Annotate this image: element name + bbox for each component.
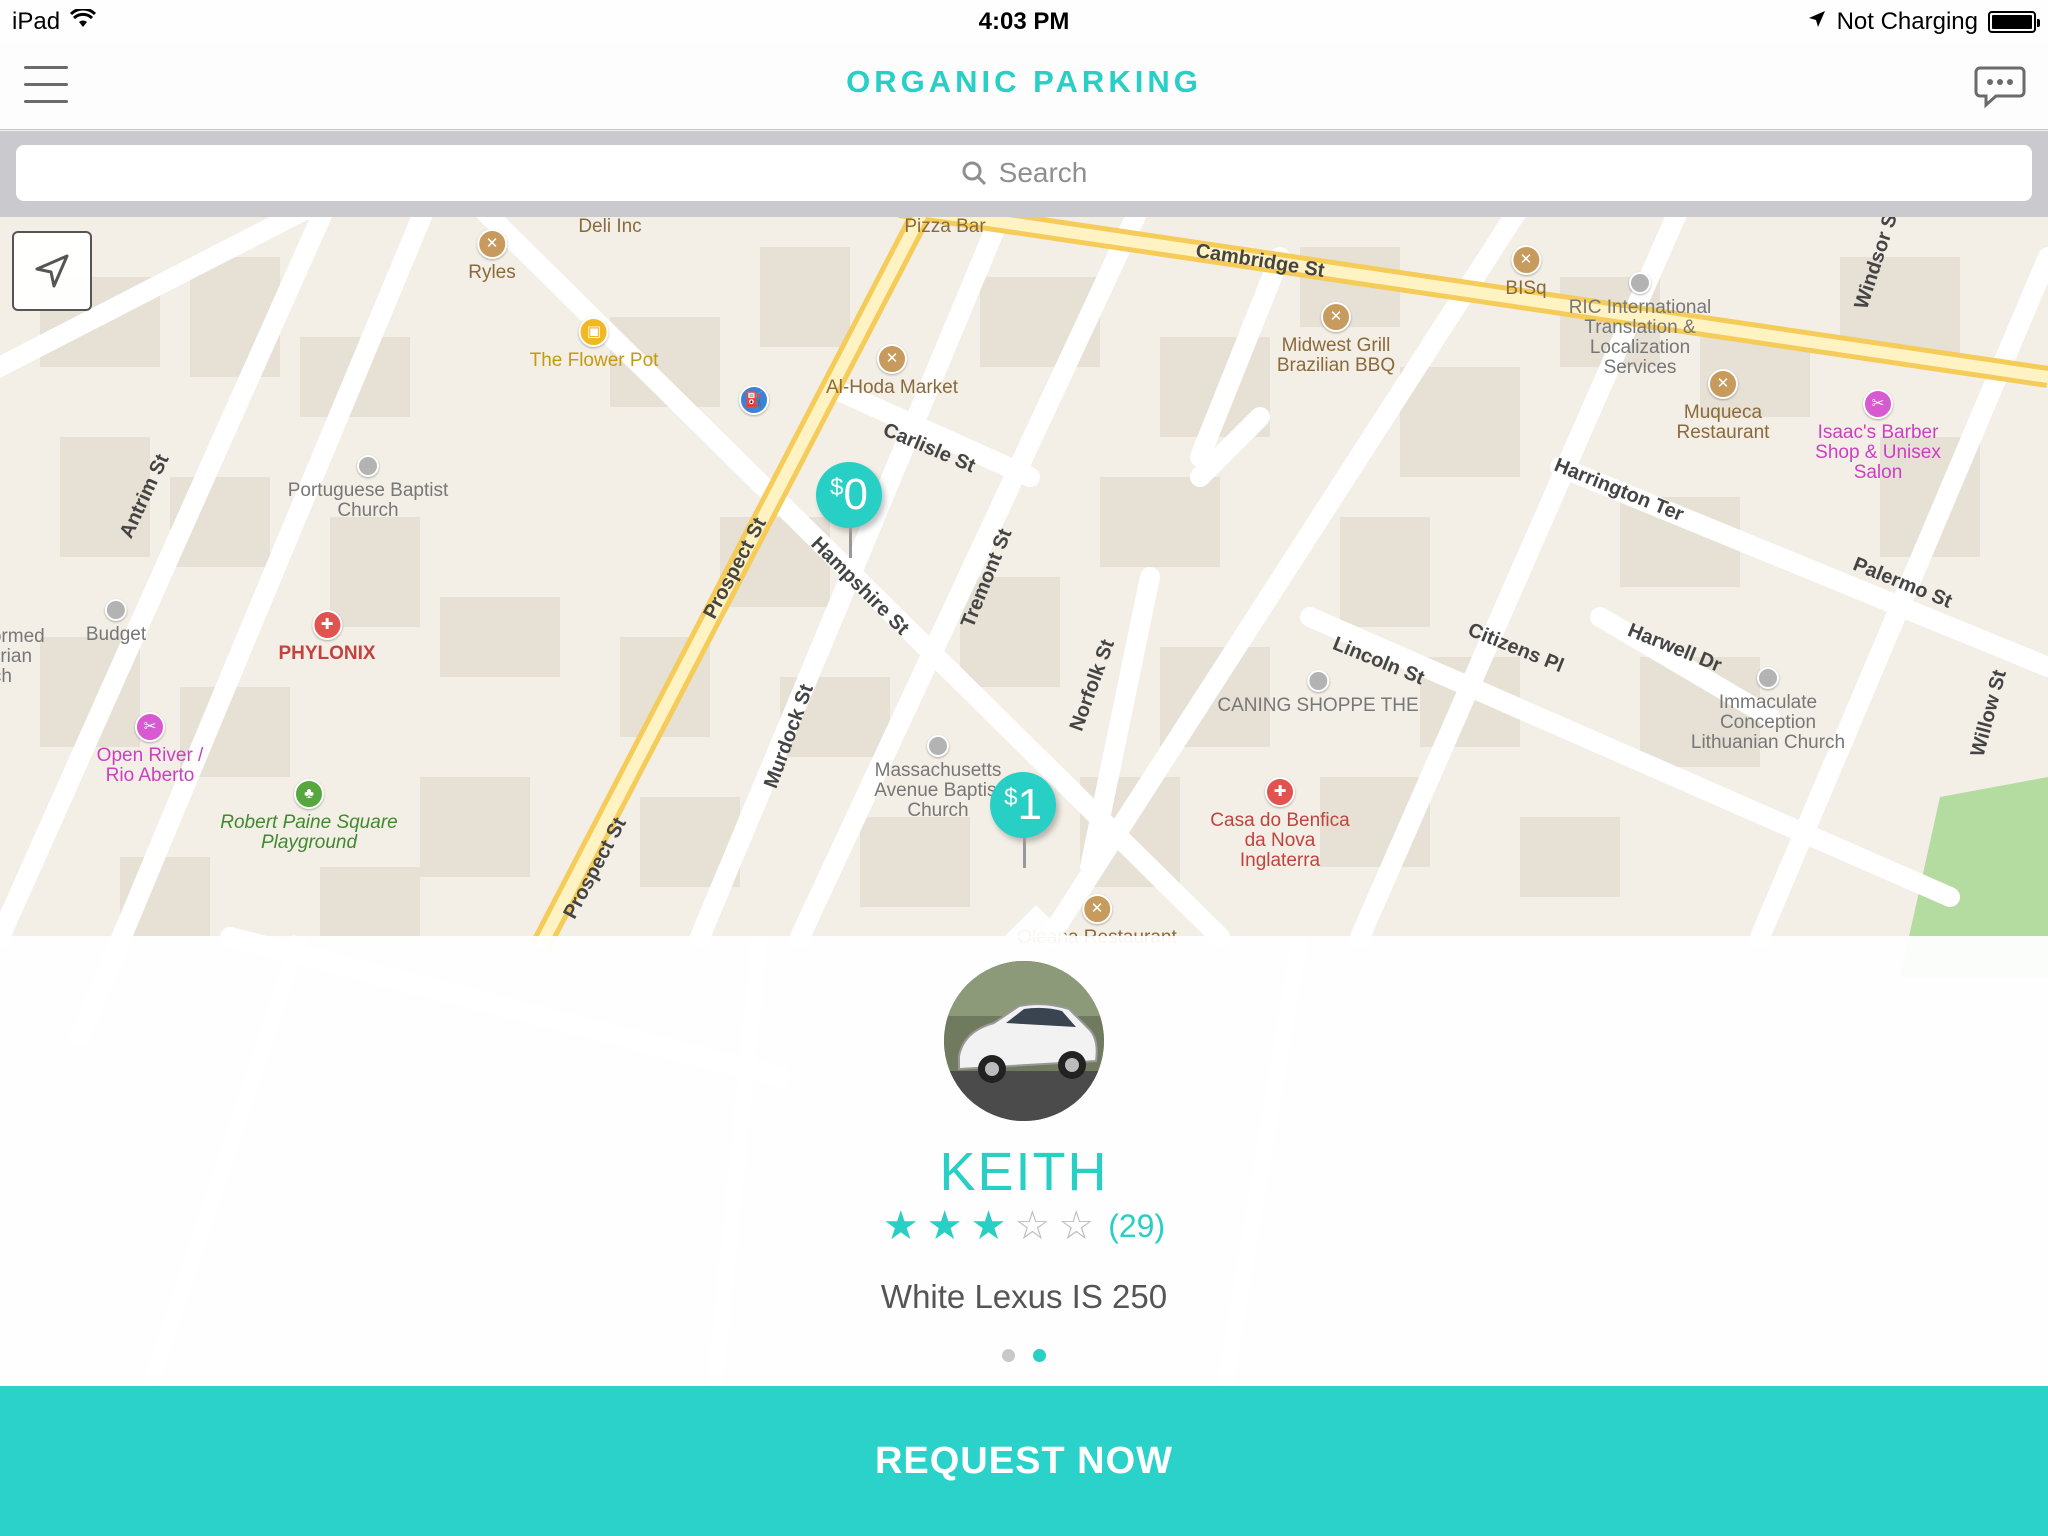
status-bar: iPad 4:03 PM Not Charging [0, 0, 2048, 42]
page-dot[interactable] [1002, 1349, 1015, 1362]
battery-status-text: Not Charging [1836, 8, 1978, 35]
poi-restaurant[interactable]: ✕ Muqueca Restaurant [1653, 369, 1793, 443]
status-right: Not Charging [1807, 8, 2040, 36]
fork-knife-icon: ✕ [877, 344, 907, 374]
driver-rating: ★ ★ ★ ☆ ☆ (29) [0, 1206, 2048, 1246]
place-dot-icon [1307, 670, 1329, 692]
poi-church[interactable]: Portuguese Baptist Church [283, 455, 453, 521]
pill-icon: ✚ [312, 610, 342, 640]
poi-restaurant[interactable]: S & S Restaurant & Deli Inc [525, 217, 695, 237]
star-filled-icon: ★ [970, 1204, 1007, 1248]
card-pointer [1004, 905, 1068, 937]
star-filled-icon: ★ [882, 1204, 919, 1248]
driver-name: KEITH [939, 1142, 1109, 1202]
poi-salon[interactable]: ✂ Open River / Rio Aberto [85, 712, 215, 786]
basket-icon: ▣ [578, 317, 609, 347]
locate-me-button[interactable] [12, 231, 92, 311]
poi-business[interactable]: RIC International Translation & Localiza… [1555, 272, 1725, 378]
pin-stick [848, 528, 852, 558]
clock: 4:03 PM [978, 8, 1070, 35]
poi-church[interactable]: Immaculate Conception Lithuanian Church [1683, 667, 1853, 753]
request-now-button[interactable]: REQUEST NOW [0, 1386, 2048, 1536]
driver-card[interactable]: KEITH ★ ★ ★ ☆ ☆ (29) White Lexus IS 250 [0, 936, 2048, 1386]
poi-market[interactable]: ✕ Al-Hoda Market [826, 344, 958, 398]
poi-park[interactable]: ♣ Robert Paine Square Playground [209, 779, 409, 853]
poi-shop[interactable]: ▣ The Flower Pot [530, 317, 658, 371]
star-filled-icon: ★ [926, 1204, 963, 1248]
poi-gas-station[interactable]: ⛽ [739, 385, 769, 419]
poi-club[interactable]: ✚ Casa do Benfica da Nova Inglaterra [1205, 777, 1355, 871]
battery-icon [1988, 11, 2040, 33]
place-dot-icon [927, 735, 949, 757]
place-dot-icon [1629, 272, 1651, 294]
fork-knife-icon: ✕ [1321, 302, 1351, 332]
pin-head: $1 [990, 772, 1056, 838]
place-dot-icon [357, 455, 379, 477]
chat-bubble-icon [1974, 66, 2026, 109]
poi-restaurant[interactable]: ✕ BISq [1505, 245, 1547, 299]
scissors-icon: ✂ [1863, 389, 1893, 419]
chat-button[interactable] [1974, 62, 2026, 110]
gas-pump-icon: ⛽ [739, 385, 769, 415]
stethoscope-icon: ✚ [1265, 777, 1295, 807]
poi-business[interactable]: CANING SHOPPE THE [1217, 670, 1419, 716]
hamburger-icon-line [24, 100, 68, 103]
poi-medical[interactable]: ✚ PHYLONIX [278, 610, 376, 664]
poi-restaurant[interactable]: ✕ Ryles [468, 229, 516, 283]
poi-restaurant[interactable]: Pizza Bar [904, 217, 985, 237]
location-arrow-icon [1807, 8, 1827, 36]
poi-salon[interactable]: ✂ Isaac's Barber Shop & Unisex Salon [1803, 389, 1953, 483]
car-photo-avatar [944, 961, 1104, 1121]
navigation-arrow-icon [35, 254, 69, 288]
pin-head: $0 [816, 462, 882, 528]
review-count: (29) [1108, 1207, 1166, 1244]
price-pin-selected[interactable]: $1 [990, 772, 1058, 868]
fork-knife-icon: ✕ [1708, 369, 1738, 399]
tree-icon: ♣ [294, 779, 324, 809]
car-description: White Lexus IS 250 [880, 1278, 1168, 1315]
star-empty-icon: ☆ [1058, 1204, 1095, 1248]
star-empty-icon: ☆ [1014, 1204, 1051, 1248]
app-title: ORGANIC PARKING [846, 64, 1202, 99]
search-input[interactable]: Search [16, 145, 2032, 201]
page-indicator [0, 1349, 2048, 1362]
poi-business[interactable]: Budget [86, 599, 146, 645]
poi-restaurant[interactable]: ✕ Midwest Grill Brazilian BBQ [1261, 302, 1411, 376]
search-bar: Search [0, 131, 2048, 217]
pin-stick [1022, 838, 1026, 868]
poi-church[interactable]: eformed yterian urch [0, 627, 65, 687]
scissors-icon: ✂ [135, 712, 165, 742]
search-icon [962, 161, 986, 186]
fork-knife-icon: ✕ [476, 229, 507, 259]
search-placeholder: Search [998, 157, 1088, 188]
fork-knife-icon: ✕ [1510, 245, 1541, 275]
fork-knife-icon: ✕ [1082, 894, 1112, 924]
nav-bar: ORGANIC PARKING [0, 42, 2048, 130]
place-dot-icon [104, 599, 127, 621]
page-dot-active[interactable] [1033, 1349, 1046, 1362]
place-dot-icon [1757, 667, 1779, 689]
price-pin[interactable]: $0 [816, 462, 884, 558]
